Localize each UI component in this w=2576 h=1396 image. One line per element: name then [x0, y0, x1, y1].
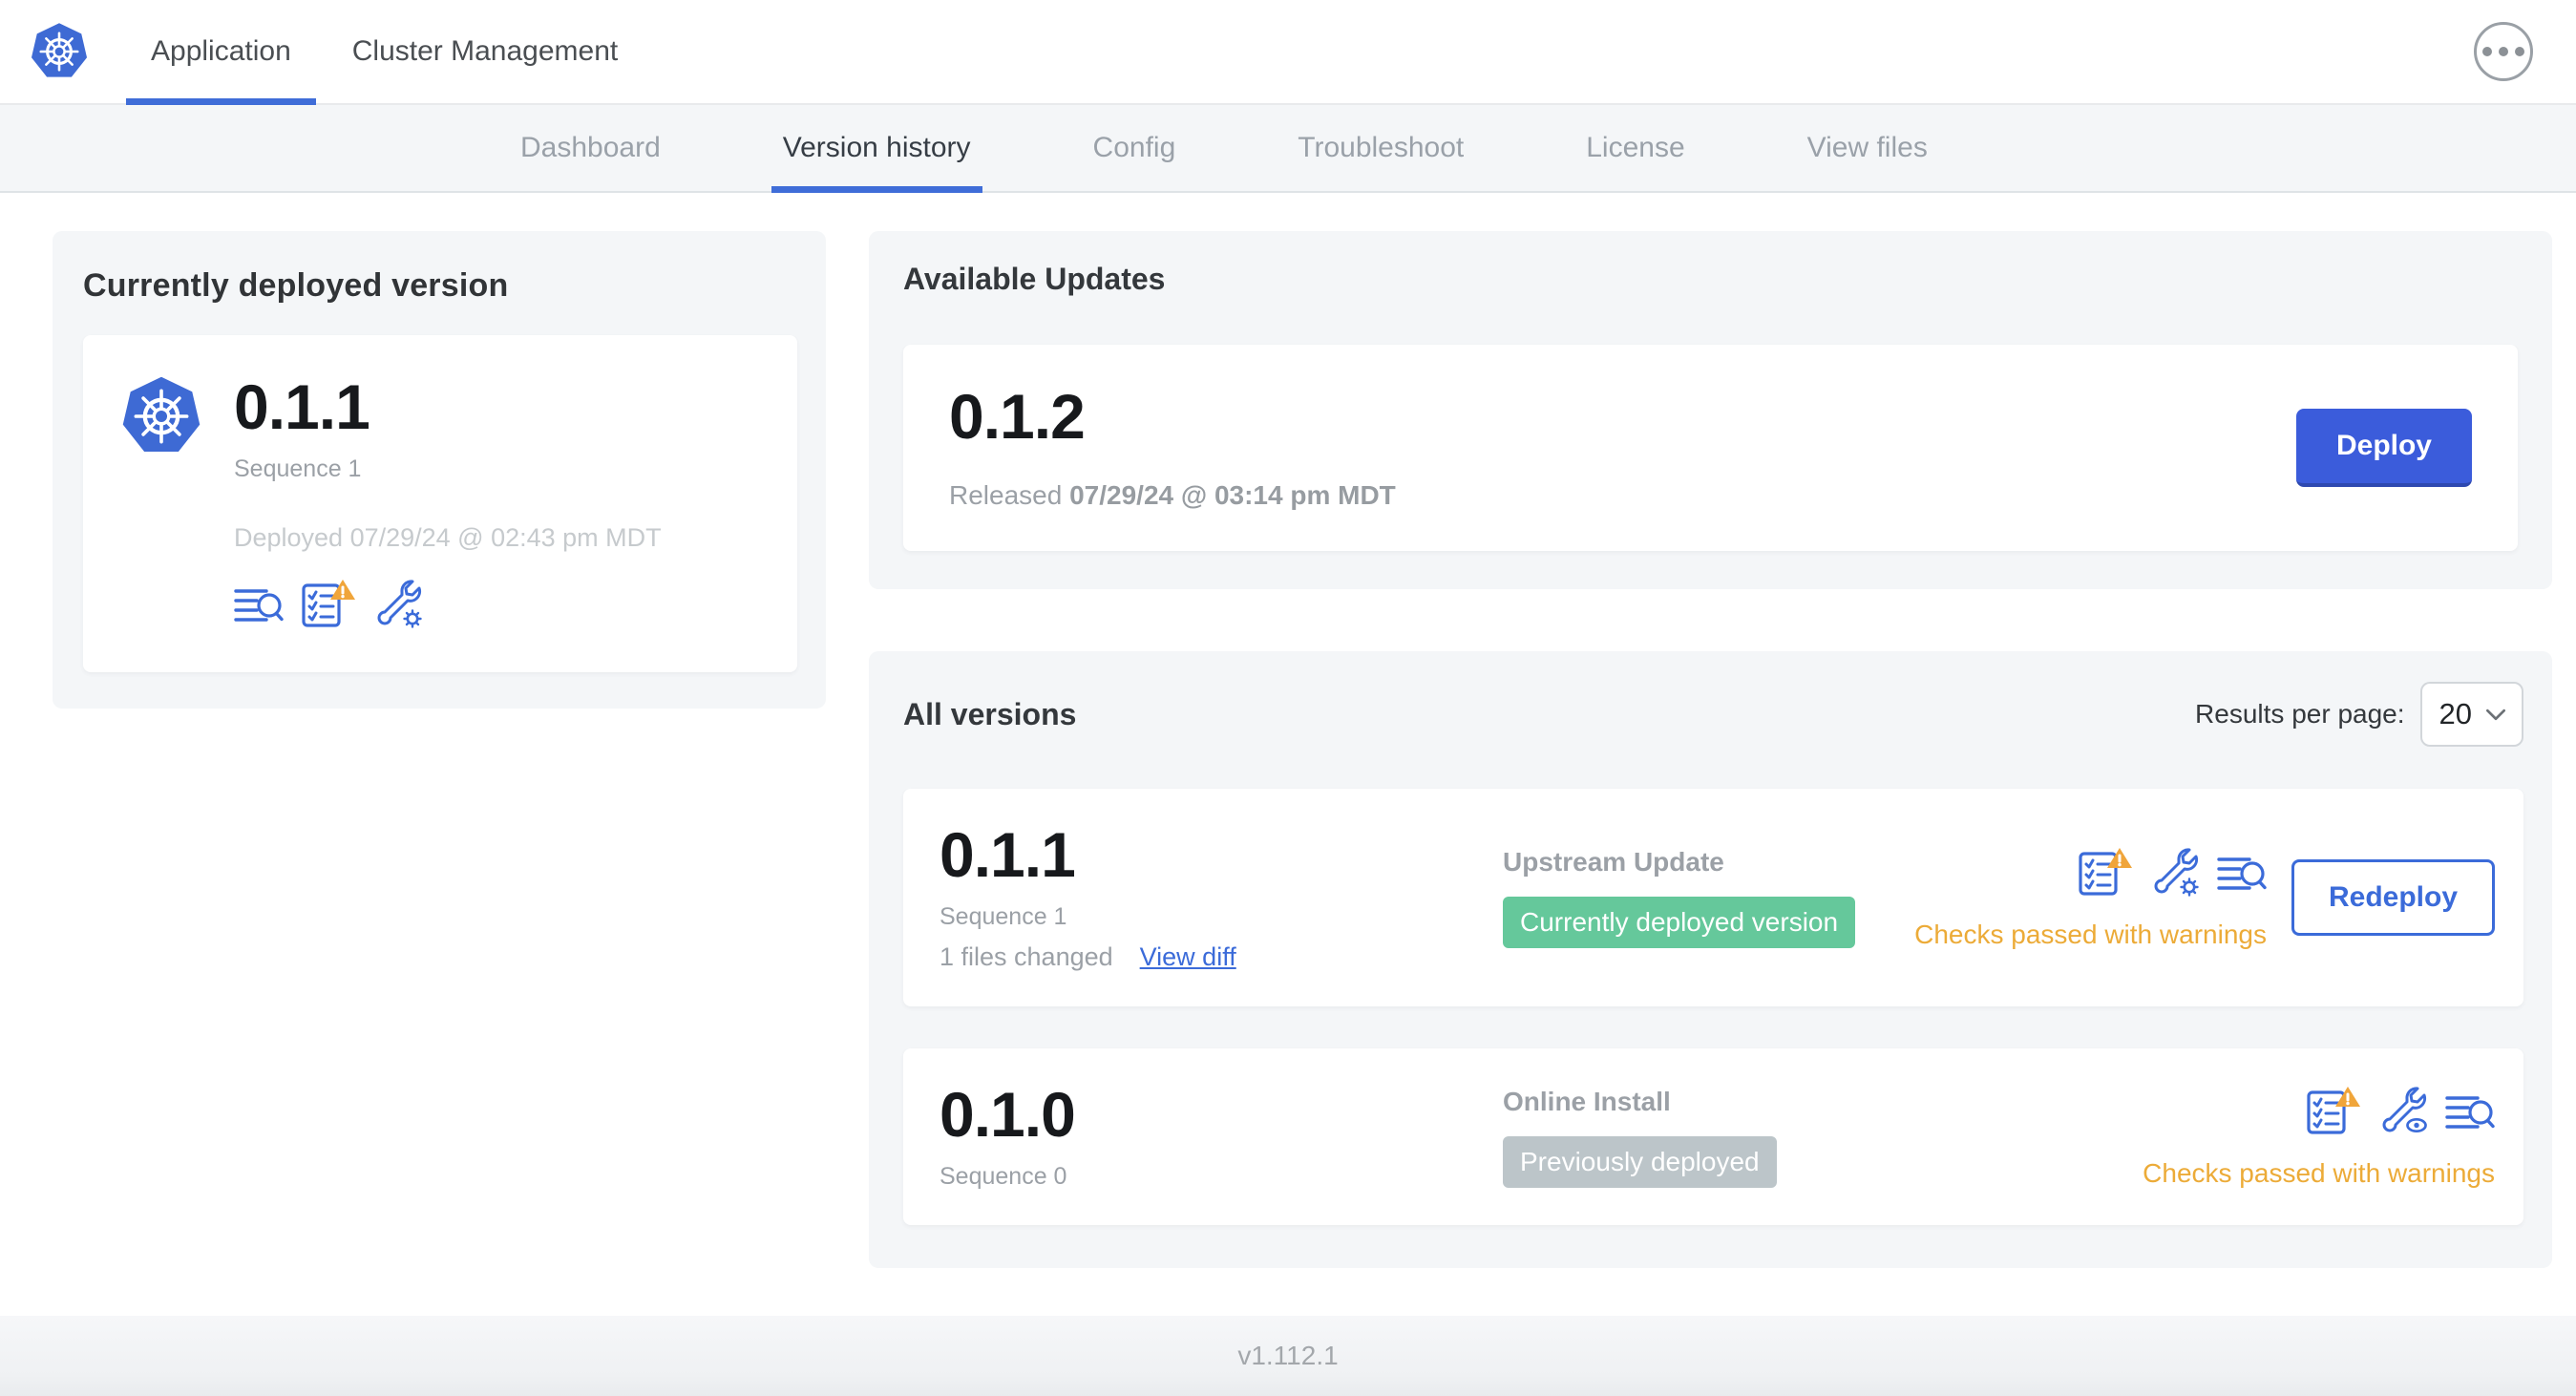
- version-source-label: Online Install: [1503, 1086, 1671, 1116]
- currently-deployed-panel: Currently deployed version 0.1.1 Sequenc…: [53, 231, 826, 709]
- ellipsis-icon: [2482, 47, 2492, 56]
- checks-status-text: Checks passed with warnings: [1914, 919, 2267, 949]
- files-changed-label: 1 files changed: [940, 942, 1113, 971]
- view-diff-link[interactable]: View diff: [1140, 942, 1236, 972]
- results-per-page-select[interactable]: 20: [2419, 682, 2523, 747]
- tab-dashboard[interactable]: Dashboard: [520, 105, 661, 191]
- row-version-number: 0.1.1: [940, 819, 1076, 890]
- version-source-label: Upstream Update: [1503, 847, 1724, 877]
- kubernetes-logo-icon: [119, 375, 203, 457]
- view-config-icon[interactable]: [2378, 1085, 2428, 1135]
- tab-cluster-management[interactable]: Cluster Management: [322, 0, 648, 103]
- app-subnav: Dashboard Version history Config Trouble…: [0, 105, 2576, 193]
- results-per-page-label: Results per page:: [2195, 699, 2405, 729]
- header-right: [2474, 0, 2576, 103]
- tab-config[interactable]: Config: [1093, 105, 1176, 191]
- main-content: Currently deployed version 0.1.1 Sequenc…: [0, 193, 2576, 1268]
- chevron-down-icon: [2485, 709, 2506, 720]
- preflight-checks-warning-icon[interactable]: [2078, 846, 2133, 897]
- update-released-timestamp: Released 07/29/24 @ 03:14 pm MDT: [949, 480, 1396, 510]
- currently-deployed-badge: Currently deployed version: [1503, 897, 1856, 948]
- view-logs-icon[interactable]: [2217, 851, 2267, 897]
- tab-troubleshoot[interactable]: Troubleshoot: [1298, 105, 1464, 191]
- edit-config-icon[interactable]: [2150, 846, 2200, 897]
- tab-application[interactable]: Application: [120, 0, 322, 105]
- current-version-number: 0.1.1: [234, 371, 370, 442]
- all-versions-title: All versions: [903, 696, 1077, 731]
- current-deployed-timestamp: Deployed 07/29/24 @ 02:43 pm MDT: [234, 523, 662, 552]
- tab-license[interactable]: License: [1586, 105, 1684, 191]
- version-row-0-1-1: 0.1.1 Sequence 1 1 files changed View di…: [903, 789, 2523, 1006]
- preflight-checks-warning-icon[interactable]: [301, 579, 356, 628]
- current-sequence-label: Sequence 1: [234, 455, 362, 482]
- view-logs-icon[interactable]: [2445, 1089, 2495, 1135]
- console-version-label: v1.112.1: [1237, 1341, 1339, 1370]
- page-footer: v1.112.1: [0, 1316, 2576, 1396]
- previously-deployed-badge: Previously deployed: [1503, 1135, 1777, 1188]
- kubernetes-logo-icon: [30, 22, 89, 79]
- redeploy-button[interactable]: Redeploy: [2291, 859, 2495, 936]
- header-tabs: Application Cluster Management: [120, 0, 648, 105]
- row-sequence-label: Sequence 1: [940, 903, 1067, 930]
- currently-deployed-card: 0.1.1 Sequence 1 Deployed 07/29/24 @ 02:…: [83, 335, 797, 672]
- preflight-checks-warning-icon[interactable]: [2306, 1086, 2361, 1135]
- overflow-menu-button[interactable]: [2474, 22, 2533, 81]
- currently-deployed-title: Currently deployed version: [83, 267, 509, 304]
- deploy-button[interactable]: Deploy: [2295, 409, 2472, 487]
- row-sequence-label: Sequence 0: [940, 1163, 1067, 1190]
- all-versions-panel: All versions Results per page: 20 0.1.1 …: [869, 651, 2552, 1268]
- available-updates-title: Available Updates: [903, 262, 1166, 296]
- view-logs-icon[interactable]: [234, 582, 284, 628]
- checks-status-text: Checks passed with warnings: [2143, 1158, 2495, 1188]
- row-version-number: 0.1.0: [940, 1079, 1076, 1150]
- top-header: Application Cluster Management: [0, 0, 2576, 105]
- available-updates-panel: Available Updates 0.1.2 Released 07/29/2…: [869, 231, 2552, 589]
- edit-config-icon[interactable]: [373, 578, 423, 628]
- tab-view-files[interactable]: View files: [1807, 105, 1928, 191]
- version-row-0-1-0: 0.1.0 Sequence 0 Online Install Previous…: [903, 1048, 2523, 1225]
- app-logo: [0, 0, 120, 103]
- available-update-card: 0.1.2 Released 07/29/24 @ 03:14 pm MDT D…: [903, 345, 2518, 551]
- update-version-number: 0.1.2: [949, 381, 1086, 452]
- tab-version-history[interactable]: Version history: [771, 105, 982, 193]
